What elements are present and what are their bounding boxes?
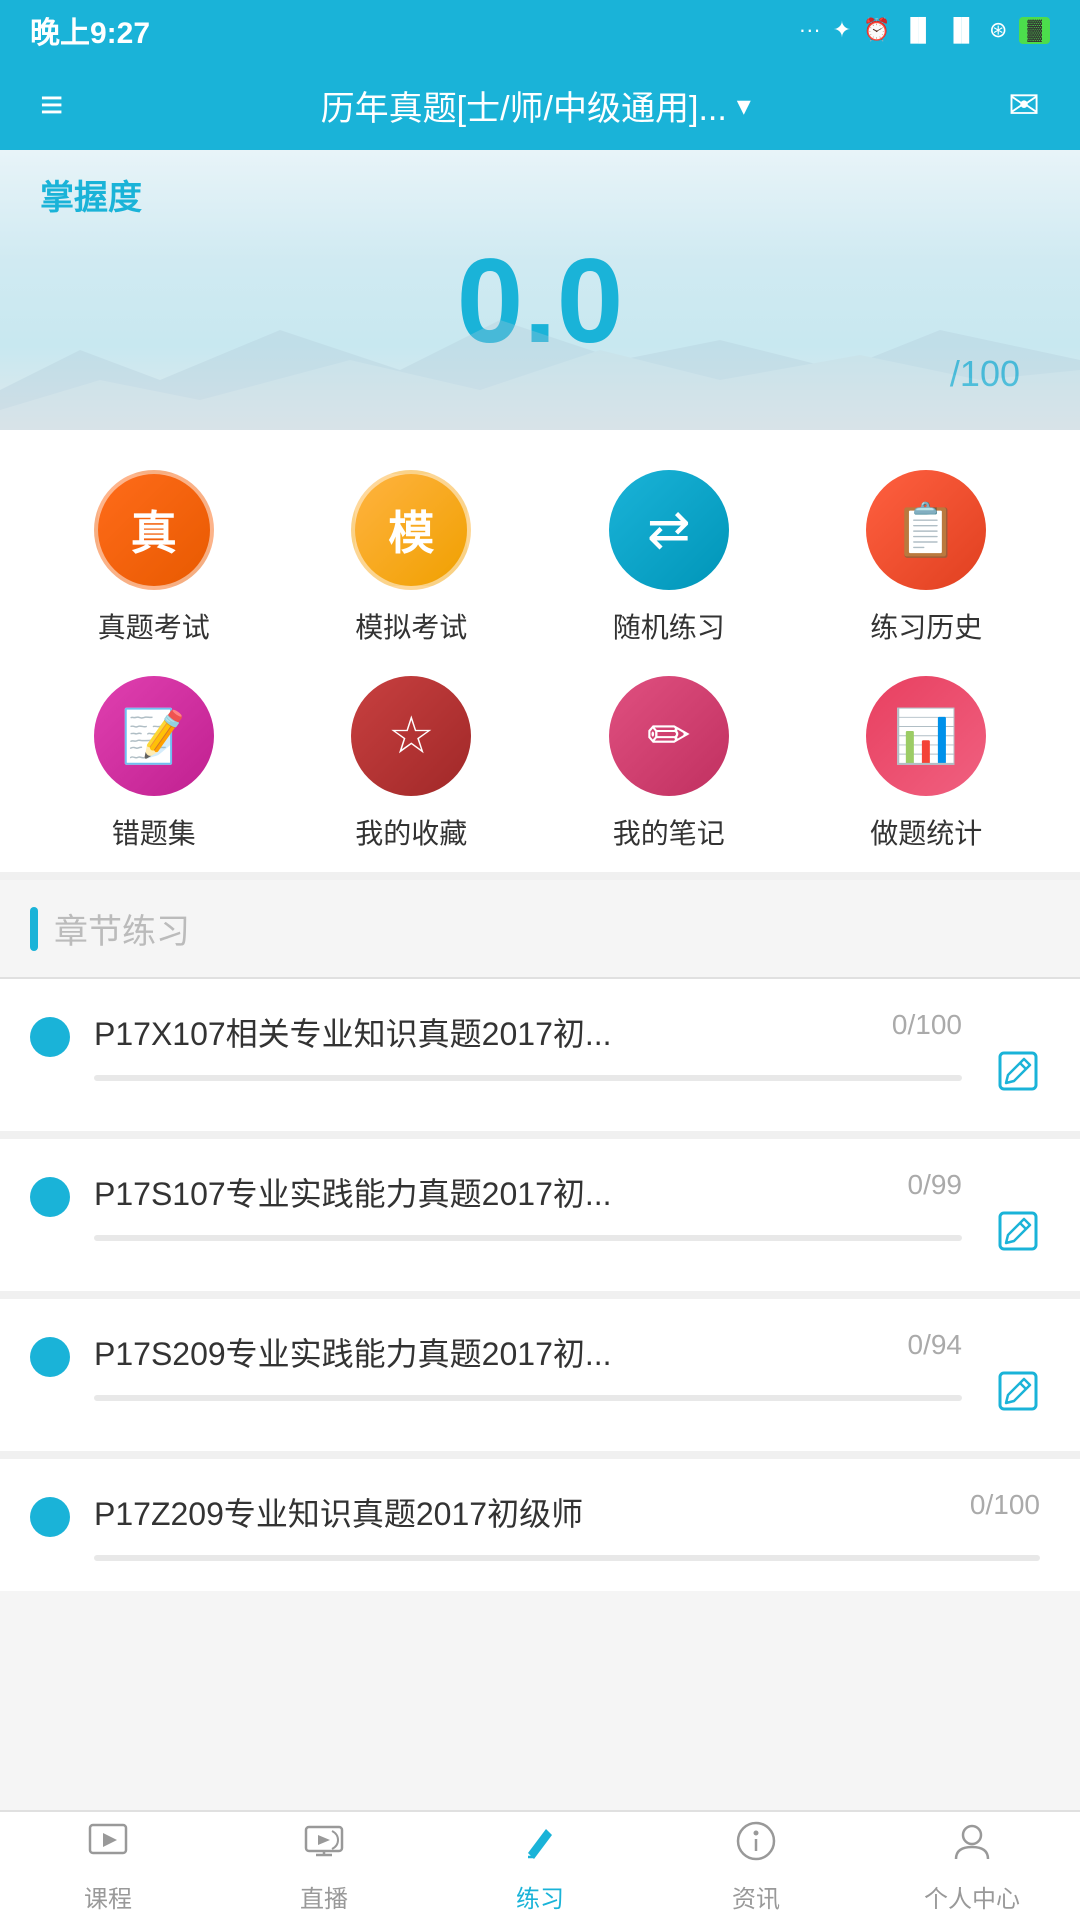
- section-title: 章节练习: [54, 904, 190, 953]
- action-label-random-practice: 随机练习: [613, 606, 725, 646]
- list-progress-0: [94, 1075, 962, 1081]
- nav-item-practice[interactable]: 练习: [432, 1812, 648, 1920]
- practice-label: 练习: [516, 1879, 564, 1914]
- bluetooth-icon: ✦: [833, 17, 851, 43]
- chevron-down-icon: ▾: [737, 89, 751, 122]
- chapter-list: P17X107相关专业知识真题2017初... 0/100 P17S107专业实…: [0, 979, 1080, 1591]
- list-dot-1: [30, 1177, 70, 1217]
- list-title-0: P17X107相关专业知识真题2017初...: [94, 1009, 872, 1055]
- live-icon: [302, 1819, 346, 1873]
- action-label-wrong-set: 错题集: [112, 812, 196, 852]
- bottom-navigation: 课程 直播 练习 资讯 个人中心: [0, 1810, 1080, 1920]
- list-progress-1: [94, 1235, 962, 1241]
- dots-icon: ···: [799, 17, 821, 43]
- list-content-3: P17Z209专业知识真题2017初级师 0/100: [94, 1489, 1040, 1561]
- list-title-1: P17S107专业实践能力真题2017初...: [94, 1169, 888, 1215]
- signal1-icon: ▐▌: [903, 17, 934, 43]
- action-real-exam[interactable]: 真真题考试: [30, 470, 278, 646]
- action-grid: 真真题考试模模拟考试⇄随机练习📋练习历史📝错题集☆我的收藏✏我的笔记📊做题统计: [0, 430, 1080, 880]
- list-item-0[interactable]: P17X107相关专业知识真题2017初... 0/100: [0, 979, 1080, 1139]
- action-circle-favorites: ☆: [351, 676, 471, 796]
- list-count-1: 0/99: [908, 1169, 963, 1201]
- list-count-0: 0/100: [892, 1009, 962, 1041]
- list-item-3[interactable]: P17Z209专业知识真题2017初级师 0/100: [0, 1459, 1080, 1591]
- action-circle-random-practice: ⇄: [609, 470, 729, 590]
- nav-item-live[interactable]: 直播: [216, 1812, 432, 1920]
- action-circle-wrong-set: 📝: [94, 676, 214, 796]
- wifi-icon: ⊛: [989, 17, 1007, 43]
- list-dot-3: [30, 1497, 70, 1537]
- info-label: 资讯: [732, 1879, 780, 1914]
- action-stats[interactable]: 📊 做题统计: [803, 676, 1051, 852]
- list-item-2[interactable]: P17S209专业实践能力真题2017初... 0/94: [0, 1299, 1080, 1459]
- action-circle-stats: 📊: [866, 676, 986, 796]
- status-time: 晚上9:27: [30, 8, 150, 52]
- action-history[interactable]: 📋 练习历史: [803, 470, 1051, 646]
- mail-icon[interactable]: ✉: [1008, 83, 1040, 128]
- list-title-3: P17Z209专业知识真题2017初级师: [94, 1489, 950, 1535]
- live-label: 直播: [300, 1879, 348, 1914]
- list-dot-2: [30, 1337, 70, 1377]
- list-title-row-2: P17S209专业实践能力真题2017初... 0/94: [94, 1329, 962, 1375]
- action-circle-history: 📋: [866, 470, 986, 590]
- mountain-decoration: [0, 310, 1080, 430]
- action-wrong-set[interactable]: 📝 错题集: [30, 676, 278, 852]
- action-label-favorites: 我的收藏: [355, 812, 467, 852]
- nav-item-info[interactable]: 资讯: [648, 1812, 864, 1920]
- list-title-2: P17S209专业实践能力真题2017初...: [94, 1329, 888, 1375]
- section-header: 章节练习: [0, 880, 1080, 979]
- profile-label: 个人中心: [924, 1879, 1020, 1914]
- action-label-stats: 做题统计: [870, 812, 982, 852]
- section-bar-accent: [30, 907, 38, 951]
- action-label-real-exam: 真题考试: [98, 606, 210, 646]
- courses-label: 课程: [84, 1879, 132, 1914]
- list-progress-3: [94, 1555, 1040, 1561]
- edit-icon-2[interactable]: [996, 1369, 1040, 1418]
- status-bar: 晚上9:27 ··· ✦ ⏰ ▐▌ ▐▌ ⊛ ▓: [0, 0, 1080, 60]
- header-title-area[interactable]: 历年真题[士/师/中级通用]... ▾: [321, 81, 751, 130]
- action-label-mock-exam: 模拟考试: [355, 606, 467, 646]
- action-label-history: 练习历史: [870, 606, 982, 646]
- action-favorites[interactable]: ☆ 我的收藏: [288, 676, 536, 852]
- action-mock-exam[interactable]: 模模拟考试: [288, 470, 536, 646]
- courses-icon: [86, 1819, 130, 1873]
- battery-icon: ▓: [1019, 17, 1050, 44]
- action-random-practice[interactable]: ⇄ 随机练习: [545, 470, 793, 646]
- action-circle-notes: ✏: [609, 676, 729, 796]
- list-count-2: 0/94: [908, 1329, 963, 1361]
- list-count-3: 0/100: [970, 1489, 1040, 1521]
- edit-icon-1[interactable]: [996, 1209, 1040, 1258]
- list-title-row-3: P17Z209专业知识真题2017初级师 0/100: [94, 1489, 1040, 1535]
- action-circle-real-exam: 真: [94, 470, 214, 590]
- list-dot-0: [30, 1017, 70, 1057]
- nav-item-profile[interactable]: 个人中心: [864, 1812, 1080, 1920]
- list-content-2: P17S209专业实践能力真题2017初... 0/94: [94, 1329, 962, 1401]
- alarm-icon: ⏰: [863, 17, 890, 43]
- action-label-notes: 我的笔记: [613, 812, 725, 852]
- status-icons: ··· ✦ ⏰ ▐▌ ▐▌ ⊛ ▓: [799, 17, 1050, 44]
- list-item-1[interactable]: P17S107专业实践能力真题2017初... 0/99: [0, 1139, 1080, 1299]
- practice-icon: [518, 1819, 562, 1873]
- profile-icon: [950, 1819, 994, 1873]
- menu-icon[interactable]: ≡: [40, 83, 63, 128]
- list-content-1: P17S107专业实践能力真题2017初... 0/99: [94, 1169, 962, 1241]
- info-icon: [734, 1819, 778, 1873]
- list-title-row-0: P17X107相关专业知识真题2017初... 0/100: [94, 1009, 962, 1055]
- list-progress-2: [94, 1395, 962, 1401]
- action-notes[interactable]: ✏ 我的笔记: [545, 676, 793, 852]
- mastery-label: 掌握度: [40, 170, 1040, 219]
- list-content-0: P17X107相关专业知识真题2017初... 0/100: [94, 1009, 962, 1081]
- action-circle-mock-exam: 模: [351, 470, 471, 590]
- signal2-icon: ▐▌: [946, 17, 977, 43]
- edit-icon-0[interactable]: [996, 1049, 1040, 1098]
- list-title-row-1: P17S107专业实践能力真题2017初... 0/99: [94, 1169, 962, 1215]
- app-header: ≡ 历年真题[士/师/中级通用]... ▾ ✉: [0, 60, 1080, 150]
- nav-item-courses[interactable]: 课程: [0, 1812, 216, 1920]
- mastery-section: 掌握度 0.0 /100: [0, 150, 1080, 430]
- header-title-text: 历年真题[士/师/中级通用]...: [321, 81, 727, 130]
